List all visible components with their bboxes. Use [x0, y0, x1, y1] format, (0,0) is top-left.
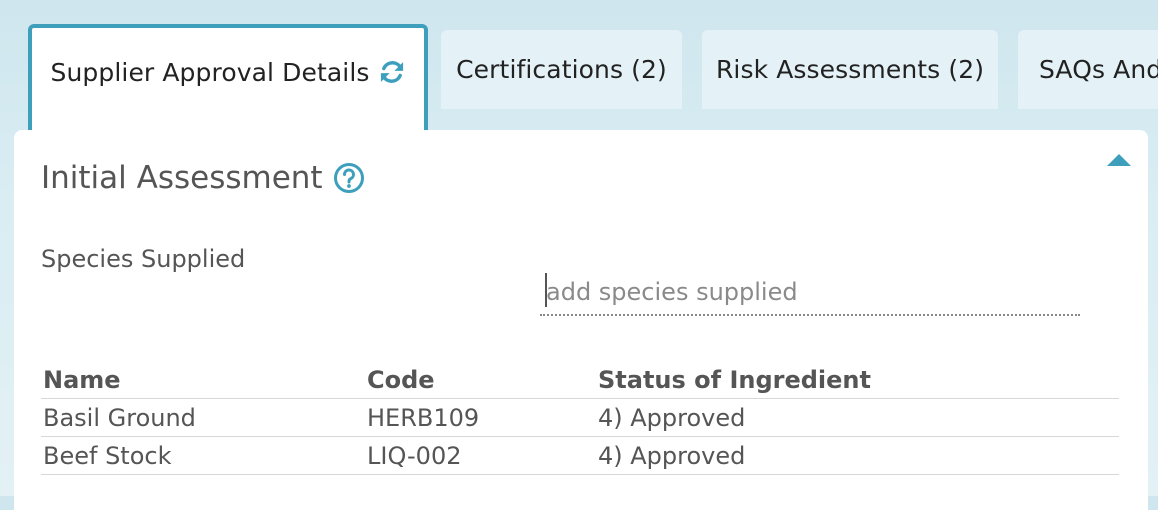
- ingredient-name: Beef Stock: [41, 436, 365, 475]
- section-title: Initial Assessment: [41, 160, 365, 196]
- column-header-name[interactable]: Name: [41, 362, 365, 399]
- ingredient-code: LIQ-002: [365, 436, 596, 475]
- tab-label: Risk Assessments (2): [715, 55, 985, 84]
- column-header-code[interactable]: Code: [365, 362, 596, 399]
- table-row[interactable]: Basil Ground HERB109 4) Approved: [41, 398, 1119, 437]
- tab-saqs[interactable]: SAQs And: [1018, 30, 1158, 109]
- ingredient-status: 4) Approved: [596, 398, 1119, 437]
- caret-up-icon[interactable]: [1106, 152, 1132, 171]
- tab-bar: Supplier Approval Details Certifications…: [0, 0, 1158, 130]
- ingredients-table: Name Code Status of Ingredient Basil Gro…: [41, 362, 1119, 475]
- text-cursor: [545, 273, 547, 307]
- refresh-icon[interactable]: [378, 58, 406, 86]
- table-header-row: Name Code Status of Ingredient: [41, 362, 1119, 399]
- help-icon[interactable]: [333, 162, 365, 194]
- tab-risk-assessments[interactable]: Risk Assessments (2): [702, 30, 998, 109]
- section-title-text: Initial Assessment: [41, 160, 323, 196]
- initial-assessment-panel: Initial Assessment Species Supplied Name…: [14, 130, 1148, 510]
- column-header-status[interactable]: Status of Ingredient: [596, 362, 1119, 399]
- species-supplied-input[interactable]: [540, 270, 1080, 316]
- ingredient-status: 4) Approved: [596, 436, 1119, 475]
- ingredient-code: HERB109: [365, 398, 596, 437]
- tab-label: Certifications (2): [456, 55, 667, 84]
- table-row[interactable]: Beef Stock LIQ-002 4) Approved: [41, 436, 1119, 475]
- species-supplied-label: Species Supplied: [41, 245, 246, 273]
- tab-label: SAQs And: [1039, 55, 1158, 84]
- tab-certifications[interactable]: Certifications (2): [441, 30, 682, 109]
- ingredient-name: Basil Ground: [41, 398, 365, 437]
- tab-label: Supplier Approval Details: [50, 57, 370, 87]
- tab-supplier-approval-details[interactable]: Supplier Approval Details: [28, 24, 428, 130]
